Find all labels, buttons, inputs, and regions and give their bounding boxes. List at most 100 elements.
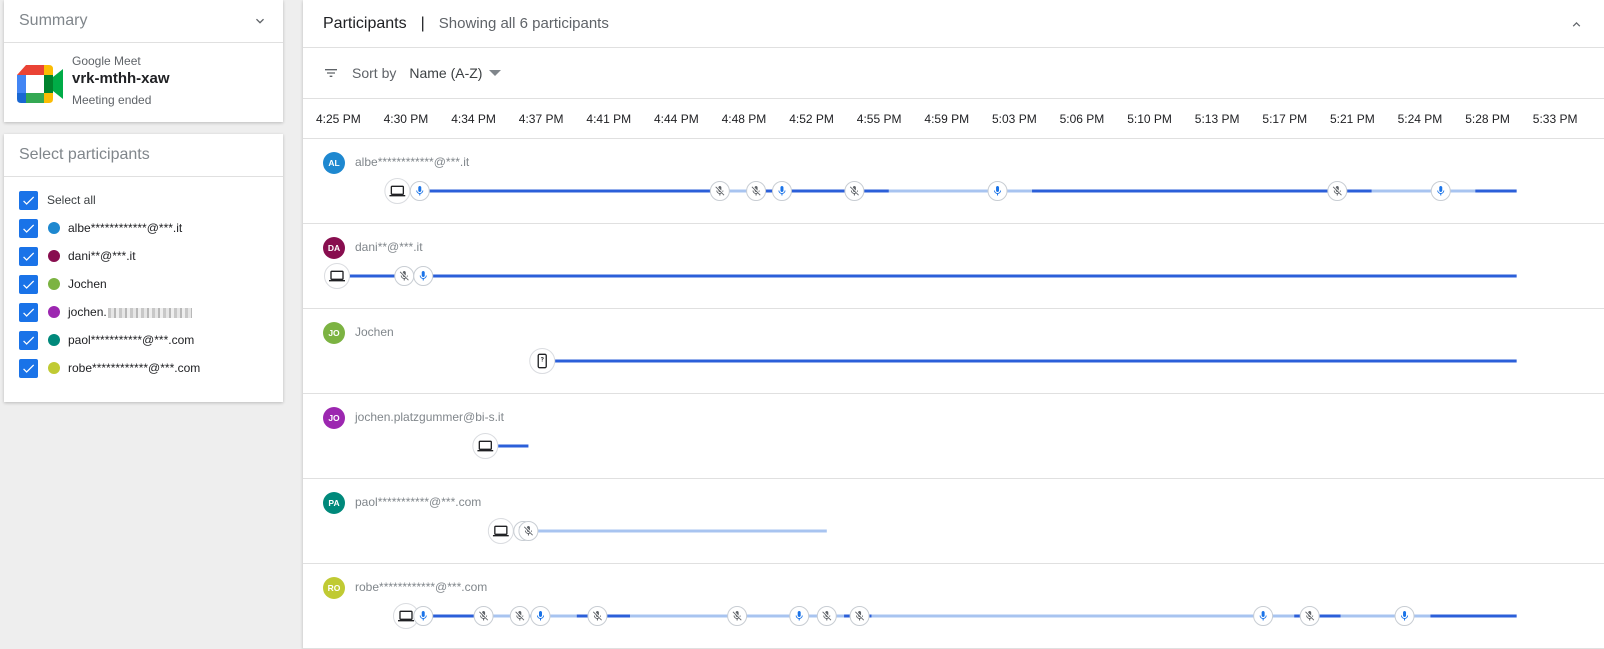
mic-off-icon[interactable] — [1299, 606, 1320, 626]
laptop-device-icon[interactable] — [384, 178, 411, 204]
sort-select[interactable]: Name (A-Z) — [409, 65, 482, 81]
participant-color-dot — [48, 306, 60, 318]
checkmark-icon — [23, 195, 35, 205]
participant-checkbox[interactable] — [19, 330, 38, 350]
mic-off-icon[interactable] — [587, 606, 608, 626]
avatar: AL — [323, 152, 345, 174]
participant-timeline — [384, 178, 1517, 204]
participant-timeline — [392, 603, 1517, 629]
checkmark-icon — [23, 251, 35, 261]
mic-icon[interactable] — [771, 181, 792, 201]
meeting-info: Google Meet vrk-mthh-xaw Meeting ended — [4, 43, 283, 111]
participant-timeline — [324, 263, 1517, 289]
header-separator: | — [420, 14, 425, 32]
participant-filter-name: albe************@***.it — [68, 221, 183, 235]
mic-off-icon[interactable] — [816, 606, 837, 626]
participant-filter-label: albe************@***.it — [68, 221, 182, 235]
participant-checkbox[interactable] — [19, 246, 38, 266]
avatar: PA — [323, 492, 345, 514]
laptop-device-icon[interactable] — [487, 518, 514, 544]
time-tick-label: 4:52 PM — [789, 112, 834, 126]
select-participants-title: Select participants — [19, 146, 150, 163]
time-tick-label: 4:59 PM — [924, 112, 970, 126]
summary-header[interactable]: Summary — [4, 0, 283, 43]
select-participants-header: Select participants — [4, 134, 283, 177]
meeting-status: Meeting ended — [72, 93, 152, 107]
participant-filter-name: jochen. — [68, 305, 107, 319]
participant-filter-label: paol***********@***.com — [68, 333, 194, 347]
participant-filter-item[interactable]: dani**@***.it — [4, 242, 283, 270]
time-tick-label: 5:03 PM — [992, 112, 1037, 126]
participant-checkbox[interactable] — [19, 358, 38, 378]
time-tick-label: 5:06 PM — [1059, 112, 1105, 126]
laptop-device-icon[interactable] — [472, 433, 499, 459]
mic-icon[interactable] — [1430, 181, 1451, 201]
participant-row: DA dani**@***.it — [303, 224, 1604, 309]
mic-off-icon[interactable] — [518, 521, 539, 541]
chevron-up-icon[interactable] — [1569, 17, 1584, 32]
participant-row: JO Jochen — [303, 309, 1604, 394]
participant-filter-name: paol***********@***.com — [68, 333, 195, 347]
checkmark-icon — [23, 307, 35, 317]
time-tick-label: 4:34 PM — [451, 112, 496, 126]
meeting-code: vrk-mthh-xaw — [72, 70, 170, 87]
participant-filter-label: Jochen — [68, 277, 107, 291]
time-tick-label: 5:17 PM — [1262, 112, 1308, 126]
mic-off-icon[interactable] — [746, 181, 767, 201]
sort-label: Sort by — [352, 65, 397, 81]
time-tick-label: 5:28 PM — [1465, 112, 1510, 126]
participant-filter-item[interactable]: jochen. — [4, 298, 283, 326]
participant-filter-label: robe************@***.com — [68, 361, 200, 375]
dropdown-arrow-icon[interactable] — [489, 70, 502, 76]
mic-off-icon[interactable] — [849, 606, 870, 626]
mic-icon[interactable] — [413, 606, 434, 626]
chevron-down-icon[interactable] — [252, 13, 268, 29]
mic-icon[interactable] — [530, 606, 551, 626]
avatar: RO — [323, 577, 345, 599]
participant-name: jochen.platzgummer@bi-s.it — [355, 410, 504, 424]
participant-filter-list: Select all albe************@***.it dani**… — [4, 177, 283, 382]
mic-icon[interactable] — [1394, 606, 1415, 626]
participants-header: Participants | Showing all 6 participant… — [303, 0, 1604, 48]
participant-row: PA paol***********@***.com — [303, 479, 1604, 564]
phone-device-icon[interactable] — [529, 348, 556, 374]
mic-off-icon[interactable] — [394, 266, 415, 286]
select-all-checkbox[interactable] — [19, 190, 38, 210]
participants-panel: Participants | Showing all 6 participant… — [303, 0, 1604, 649]
mic-off-icon[interactable] — [473, 606, 494, 626]
participant-filter-item[interactable]: Jochen — [4, 270, 283, 298]
mic-icon[interactable] — [1253, 606, 1274, 626]
participant-filter-name: robe************@***.com — [68, 361, 201, 375]
mic-icon[interactable] — [789, 606, 810, 626]
mic-icon[interactable] — [987, 181, 1008, 201]
participant-checkbox[interactable] — [19, 302, 38, 322]
mic-off-icon[interactable] — [709, 181, 730, 201]
participant-color-dot — [48, 278, 60, 290]
mic-off-icon[interactable] — [727, 606, 748, 626]
google-meet-logo-icon — [17, 65, 63, 103]
participant-filter-label: jochen. — [68, 305, 192, 319]
participant-checkbox[interactable] — [19, 218, 38, 238]
time-tick-label: 4:25 PM — [316, 112, 361, 126]
select-all-row[interactable]: Select all — [4, 186, 283, 214]
time-tick-label: 4:41 PM — [586, 112, 632, 126]
mic-off-icon[interactable] — [844, 181, 865, 201]
participant-filter-item[interactable]: paol***********@***.com — [4, 326, 283, 354]
participant-filter-item[interactable]: robe************@***.com — [4, 354, 283, 382]
mic-off-icon[interactable] — [509, 606, 530, 626]
participant-checkbox[interactable] — [19, 274, 38, 294]
time-tick-label: 4:44 PM — [654, 112, 699, 126]
mic-icon[interactable] — [409, 181, 430, 201]
summary-card: Summary Google Meet vrk-mthh-xaw Meeting… — [4, 0, 283, 122]
time-tick-label: 5:24 PM — [1397, 112, 1443, 126]
mic-off-icon[interactable] — [1327, 181, 1348, 201]
time-tick-label: 5:10 PM — [1127, 112, 1172, 126]
summary-title: Summary — [19, 12, 88, 29]
laptop-device-icon[interactable] — [324, 263, 350, 289]
participant-filter-item[interactable]: albe************@***.it — [4, 214, 283, 242]
avatar: JO — [323, 322, 345, 344]
participant-row: RO robe************@***.com — [303, 564, 1604, 649]
mic-icon[interactable] — [413, 266, 434, 286]
participant-row: JO jochen.platzgummer@bi-s.it — [303, 394, 1604, 479]
participant-color-dot — [48, 222, 60, 234]
